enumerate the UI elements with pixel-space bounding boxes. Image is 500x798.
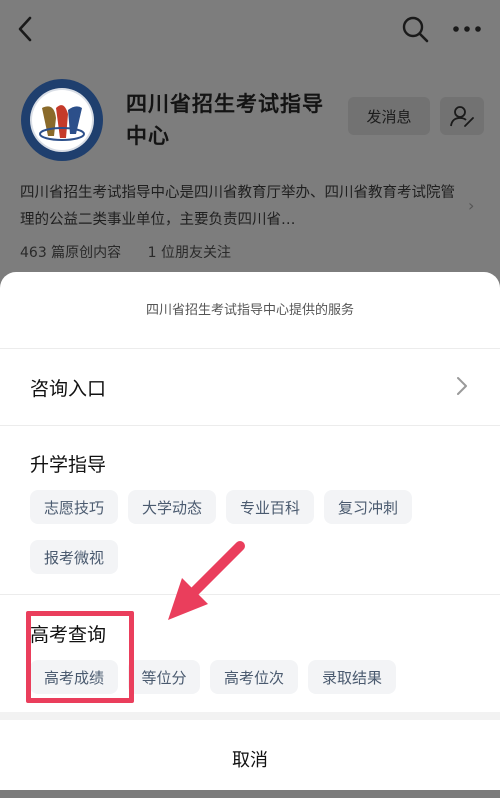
chip-query-1[interactable]: 等位分 (128, 660, 200, 694)
top-bar (0, 0, 500, 60)
chip-query-2[interactable]: 高考位次 (210, 660, 298, 694)
account-logo-emblem-icon (21, 79, 103, 161)
chevron-right-icon[interactable]: › (468, 196, 474, 215)
chip-guide-3[interactable]: 复习冲刺 (324, 490, 412, 524)
consult-entry-label: 咨询入口 (30, 378, 107, 400)
follow-settings-button[interactable] (440, 97, 484, 135)
more-button[interactable] (450, 14, 484, 44)
sheet-title: 四川省招生考试指导中心提供的服务 (0, 272, 500, 349)
chevron-left-icon (18, 16, 32, 42)
chip-guide-1[interactable]: 大学动态 (128, 490, 216, 524)
back-button[interactable] (12, 14, 40, 44)
friends-following-count: 1 位朋友关注 (147, 245, 231, 261)
cancel-button[interactable]: 取消 (232, 746, 268, 772)
more-dots-icon (453, 26, 481, 32)
arrow-pointer-icon (168, 541, 245, 620)
chevron-right-icon (457, 377, 467, 395)
cancel-area: 取消 (0, 712, 500, 798)
section-title-guide: 升学指导 (30, 454, 107, 476)
account-logo (20, 78, 104, 162)
highlight-box (26, 611, 134, 703)
chip-query-3[interactable]: 录取结果 (308, 660, 396, 694)
search-icon (402, 16, 429, 43)
chip-guide-0[interactable]: 志愿技巧 (30, 490, 118, 524)
chip-guide-4[interactable]: 报考微视 (30, 540, 118, 574)
user-settings-icon (450, 106, 474, 127)
services-bottom-sheet: 四川省招生考试指导中心提供的服务 咨询入口 升学指导 志愿技巧 大学动态 专业百… (0, 272, 500, 790)
chip-guide-2[interactable]: 专业百科 (226, 490, 314, 524)
send-message-button[interactable]: 发消息 (348, 97, 430, 135)
account-description: 四川省招生考试指导中心是四川省教育厅举办、四川省教育考试院管理的公益二类事业单位… (20, 185, 455, 228)
sheet-title-text: 四川省招生考试指导中心提供的服务 (145, 302, 354, 318)
account-stats: 463 篇原创内容 1 位朋友关注 (20, 242, 253, 262)
consult-entry-row[interactable]: 咨询入口 (0, 349, 500, 426)
search-button[interactable] (400, 14, 430, 44)
original-content-count: 463 篇原创内容 (20, 245, 122, 261)
account-name: 四川省招生考试指导中心 (126, 92, 324, 148)
